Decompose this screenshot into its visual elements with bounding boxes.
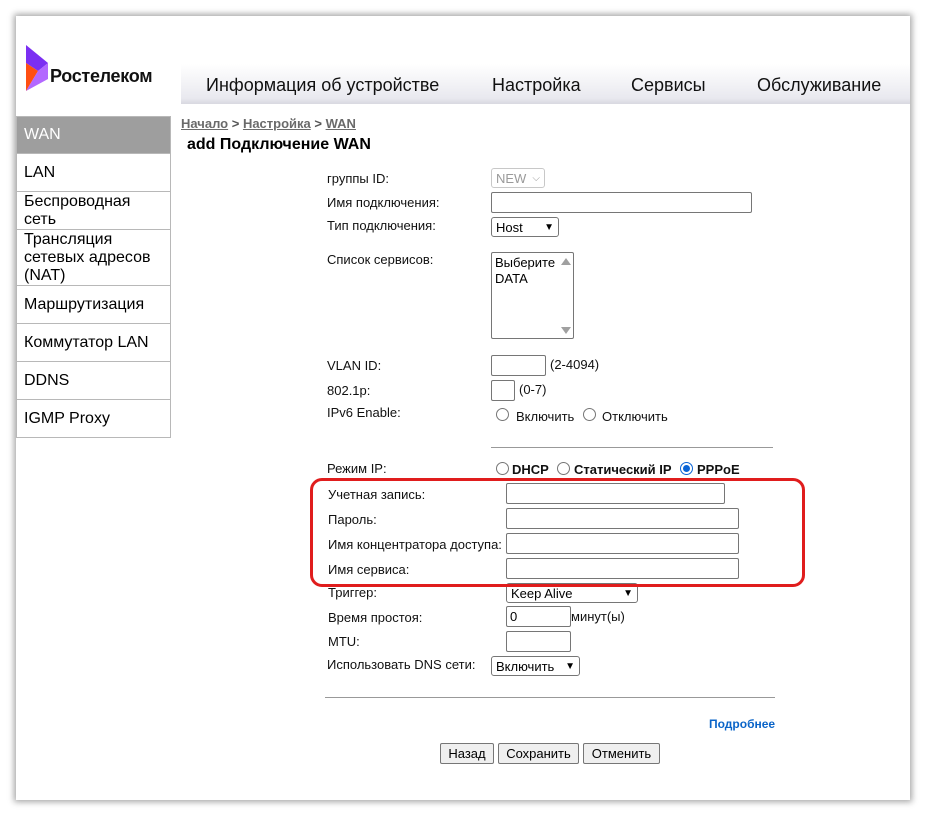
brand-name: Ростелеком (50, 66, 153, 86)
ipv6-enable-label: IPv6 Enable: (327, 405, 401, 420)
idle-time-input[interactable] (506, 606, 571, 627)
pppoe-fields-highlight (310, 478, 805, 587)
idle-time-unit: минут(ы) (571, 609, 625, 624)
ip-mode-dhcp-radio[interactable] (496, 462, 509, 475)
divider (491, 447, 773, 448)
use-dns-select[interactable]: Включить ▼ (491, 656, 580, 676)
chevron-down-icon: ▼ (565, 660, 575, 672)
ipv6-disable-radio[interactable] (583, 408, 596, 421)
connection-type-select[interactable]: Host ▼ (491, 217, 559, 237)
idle-time-label: Время простоя: (328, 610, 423, 625)
tab-services[interactable]: Сервисы (631, 75, 706, 96)
mtu-input[interactable] (506, 631, 571, 652)
cancel-button[interactable]: Отменить (583, 743, 660, 764)
chevron-down-icon: ⌵ (532, 172, 540, 184)
ipv6-enable-radio[interactable] (496, 408, 509, 421)
mtu-label: MTU: (328, 634, 360, 649)
ip-mode-dhcp-label: DHCP (512, 462, 549, 477)
sidebar-item-routing[interactable]: Маршрутизация (16, 286, 171, 324)
sidebar-item-wan[interactable]: WAN (16, 116, 171, 154)
breadcrumb-settings-link[interactable]: Настройка (243, 116, 311, 131)
vlan-id-hint: (2-4094) (550, 357, 600, 372)
connection-name-label: Имя подключения: (327, 195, 440, 210)
connection-type-label: Тип подключения: (327, 218, 436, 233)
service-option[interactable]: Выберите (495, 255, 570, 271)
more-details-link[interactable]: Подробнее (709, 717, 775, 731)
page-title: add Подключение WAN (187, 136, 371, 153)
dot1p-input[interactable] (491, 380, 515, 401)
ip-mode-pppoe-label: PPPoE (697, 462, 740, 477)
service-list-label: Список сервисов: (327, 252, 434, 267)
tab-device-info[interactable]: Информация об устройстве (206, 75, 439, 96)
breadcrumb: Начало > Настройка > WAN (181, 116, 356, 131)
tab-maintenance[interactable]: Обслуживание (757, 75, 881, 96)
vlan-id-input[interactable] (491, 355, 546, 376)
dot1p-label: 802.1p: (327, 383, 371, 398)
ipv6-enable-option-label: Включить (516, 409, 575, 424)
breadcrumb-wan-link[interactable]: WAN (326, 116, 356, 131)
breadcrumb-separator: > (228, 116, 243, 131)
tab-settings[interactable]: Настройка (492, 75, 581, 96)
chevron-down-icon: ▼ (623, 587, 633, 599)
save-button[interactable]: Сохранить (498, 743, 579, 764)
back-button[interactable]: Назад (440, 743, 494, 764)
ip-mode-label: Режим IP: (327, 461, 387, 476)
ip-mode-pppoe-radio[interactable] (680, 462, 693, 475)
ip-mode-static-label: Статический IP (574, 462, 672, 477)
dot1p-hint: (0-7) (519, 382, 547, 397)
breadcrumb-separator: > (310, 116, 326, 131)
ip-mode-static-radio[interactable] (557, 462, 570, 475)
sidebar-item-nat[interactable]: Трансляция сетевых адресов (NAT) (16, 230, 171, 286)
service-option[interactable]: DATA (495, 271, 570, 287)
sidebar-item-ddns[interactable]: DDNS (16, 362, 171, 400)
sidebar-item-lan[interactable]: LAN (16, 154, 171, 192)
sidebar-item-wireless[interactable]: Беспроводная сеть (16, 192, 171, 230)
group-id-select[interactable]: NEW ⌵ (491, 168, 545, 188)
vlan-id-label: VLAN ID: (327, 358, 382, 373)
breadcrumb-home-link[interactable]: Начало (181, 116, 228, 131)
use-dns-label: Использовать DNS сети: (327, 657, 476, 672)
ipv6-disable-option-label: Отключить (602, 409, 668, 424)
chevron-down-icon: ▼ (544, 221, 554, 233)
trigger-label: Триггер: (328, 585, 377, 600)
divider (325, 697, 775, 698)
sidebar-item-lan-switch[interactable]: Коммутатор LAN (16, 324, 171, 362)
top-navigation: Информация об устройстве Настройка Серви… (181, 64, 910, 104)
scroll-down-icon[interactable] (561, 327, 571, 334)
connection-name-input[interactable] (491, 192, 752, 213)
sidebar: WAN LAN Беспроводная сеть Трансляция сет… (16, 116, 171, 438)
sidebar-item-igmp-proxy[interactable]: IGMP Proxy (16, 400, 171, 438)
scroll-up-icon[interactable] (561, 258, 571, 265)
service-listbox[interactable]: Выберите DATA (491, 252, 574, 339)
group-id-label: группы ID: (327, 171, 389, 186)
